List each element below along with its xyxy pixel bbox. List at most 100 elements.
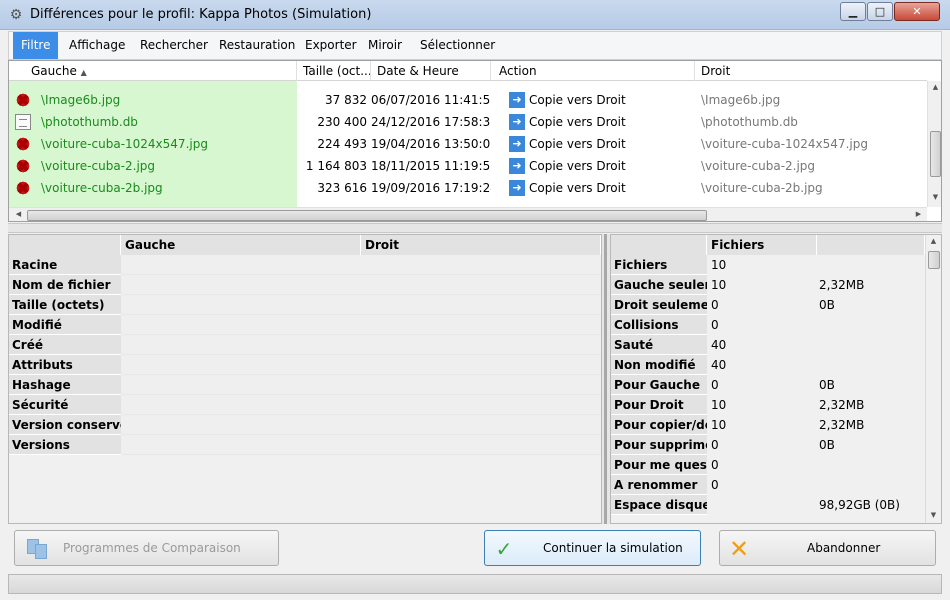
table-row[interactable]: \Image6b.jpg 37 832 06/07/2016 11:41:50 … xyxy=(9,89,927,111)
document-file-icon xyxy=(15,114,31,130)
cell-date: 18/11/2015 11:19:58 xyxy=(371,159,491,173)
horizontal-splitter[interactable] xyxy=(8,223,942,233)
copy-right-arrow-icon: ➜ xyxy=(509,92,525,108)
stats-row: Non modifié 40 xyxy=(611,355,925,375)
stats-label: Gauche seulement xyxy=(611,275,707,295)
stats-size: 2,32MB xyxy=(819,278,865,292)
property-value xyxy=(121,395,601,415)
scroll-up-icon[interactable]: ▲ xyxy=(926,237,941,245)
cell-size: 37 832 xyxy=(325,93,367,107)
cell-action[interactable]: ➜ Copie vers Droit xyxy=(499,177,695,199)
close-button[interactable]: ✕ xyxy=(894,2,940,21)
cell-right: \photothumb.db xyxy=(701,115,798,129)
stats-header-size xyxy=(817,235,925,255)
column-left[interactable]: Gauche ▲ xyxy=(9,61,297,81)
cell-left: \voiture-cuba-2b.jpg xyxy=(9,177,297,199)
table-row[interactable]: \voiture-cuba-2.jpg 1 164 803 18/11/2015… xyxy=(9,155,927,177)
table-row[interactable] xyxy=(9,81,927,89)
image-file-icon xyxy=(15,92,31,108)
stats-label: Droit seulement xyxy=(611,295,707,315)
stats-size: 0B xyxy=(819,378,835,392)
property-row: Créé xyxy=(9,335,601,355)
property-row: Nom de fichier xyxy=(9,275,601,295)
stats-count: 0 xyxy=(711,438,719,452)
stats-count: 0 xyxy=(711,298,719,312)
stats-label: Pour copier/déplacer xyxy=(611,415,707,435)
grid-horizontal-scrollbar[interactable]: ◀ ▶ xyxy=(9,207,927,221)
column-date[interactable]: Date & Heure xyxy=(371,61,491,81)
menu-selectionner[interactable]: Sélectionner xyxy=(412,32,503,59)
cell-size: 1 164 803 xyxy=(305,159,367,173)
table-row[interactable] xyxy=(9,199,927,207)
property-row: Taille (octets) xyxy=(9,295,601,315)
stats-header-files: Fichiers xyxy=(707,235,817,255)
cell-action[interactable]: ➜ Copie vers Droit xyxy=(499,155,695,177)
column-right[interactable]: Droit xyxy=(695,61,927,81)
stats-count: 40 xyxy=(711,358,727,372)
grid-vertical-scrollbar[interactable]: ▲ ▼ xyxy=(927,81,941,207)
abort-button[interactable]: ✕ Abandonner xyxy=(719,530,936,566)
statistics-panel: Fichiers Fichiers 10 Gauche seulement 10 2,… xyxy=(610,234,942,524)
cell-action[interactable]: ➜ Copie vers Droit xyxy=(499,89,695,111)
menu-affichage[interactable]: Affichage xyxy=(61,32,133,59)
cell-left xyxy=(9,199,297,207)
menu-rechercher[interactable]: Rechercher xyxy=(132,32,216,59)
grid-body: \Image6b.jpg 37 832 06/07/2016 11:41:50 … xyxy=(9,81,927,207)
stats-count: 0 xyxy=(711,318,719,332)
scroll-right-icon[interactable]: ▶ xyxy=(911,210,926,218)
stats-size: 0B xyxy=(819,298,835,312)
copy-right-arrow-icon: ➜ xyxy=(509,158,525,174)
cell-action[interactable]: ➜ Copie vers Droit xyxy=(499,133,695,155)
stats-row: Fichiers 10 xyxy=(611,255,925,275)
continue-simulation-button[interactable]: ✓ Continuer la simulation xyxy=(484,530,701,566)
vertical-splitter[interactable] xyxy=(602,234,610,524)
cell-right: \voiture-cuba-1024x547.jpg xyxy=(701,137,868,151)
file-properties-panel: Gauche Droit Racine Nom de fichier Taill… xyxy=(8,234,602,524)
menu-filtre[interactable]: Filtre xyxy=(13,32,59,59)
stats-count: 40 xyxy=(711,338,727,352)
grid-vertical-scroll-thumb[interactable] xyxy=(930,131,941,177)
column-action[interactable]: Action xyxy=(491,61,695,81)
grid-horizontal-scroll-thumb[interactable] xyxy=(27,210,707,221)
stats-label: Sauté xyxy=(611,335,707,355)
property-value xyxy=(121,295,601,315)
stats-size xyxy=(815,475,925,495)
property-row: Versions xyxy=(9,435,601,455)
cell-action[interactable]: ➜ Copie vers Droit xyxy=(499,111,695,133)
menu-bar: Filtre Affichage Rechercher Restauration… xyxy=(8,31,942,60)
stats-row: Droit seulement 0 0B xyxy=(611,295,925,315)
property-label: Sécurité xyxy=(9,395,121,415)
stats-count: 10 xyxy=(711,258,727,272)
scroll-left-icon[interactable]: ◀ xyxy=(11,210,26,218)
property-value xyxy=(121,415,601,435)
menu-restauration[interactable]: Restauration xyxy=(211,32,303,59)
stats-size xyxy=(815,315,925,335)
copy-right-arrow-icon: ➜ xyxy=(509,180,525,196)
menu-exporter[interactable]: Exporter xyxy=(297,32,365,59)
status-bar xyxy=(8,574,942,594)
properties-header: Gauche Droit xyxy=(9,235,601,255)
cell-size: 224 493 xyxy=(317,137,367,151)
cell-right: \voiture-cuba-2.jpg xyxy=(701,159,816,173)
compare-programs-button[interactable]: Programmes de Comparaison xyxy=(14,530,279,566)
table-row[interactable]: \voiture-cuba-1024x547.jpg 224 493 19/04… xyxy=(9,133,927,155)
scroll-up-icon[interactable]: ▲ xyxy=(928,83,941,91)
property-row: Racine xyxy=(9,255,601,275)
stats-row: Pour supprimer 0 0B xyxy=(611,435,925,455)
scroll-down-icon[interactable]: ▼ xyxy=(928,193,941,201)
stats-vertical-scroll-thumb[interactable] xyxy=(928,251,940,269)
table-row[interactable]: \photothumb.db 230 400 24/12/2016 17:58:… xyxy=(9,111,927,133)
minimize-button[interactable]: ▁ xyxy=(840,2,866,21)
scroll-down-icon[interactable]: ▼ xyxy=(926,511,941,519)
image-file-icon xyxy=(15,136,31,152)
properties-header-right: Droit xyxy=(361,235,601,255)
stats-vertical-scrollbar[interactable]: ▲ ▼ xyxy=(925,235,941,523)
stats-row: A renommer 0 xyxy=(611,475,925,495)
sort-ascending-icon: ▲ xyxy=(80,68,87,77)
property-row: Version conservée xyxy=(9,415,601,435)
maximize-button[interactable]: □ xyxy=(867,2,893,21)
column-size[interactable]: Taille (oct... xyxy=(297,61,371,81)
table-row[interactable]: \voiture-cuba-2b.jpg 323 616 19/09/2016 … xyxy=(9,177,927,199)
cell-left: \voiture-cuba-2.jpg xyxy=(9,155,297,177)
menu-miroir[interactable]: Miroir xyxy=(360,32,410,59)
